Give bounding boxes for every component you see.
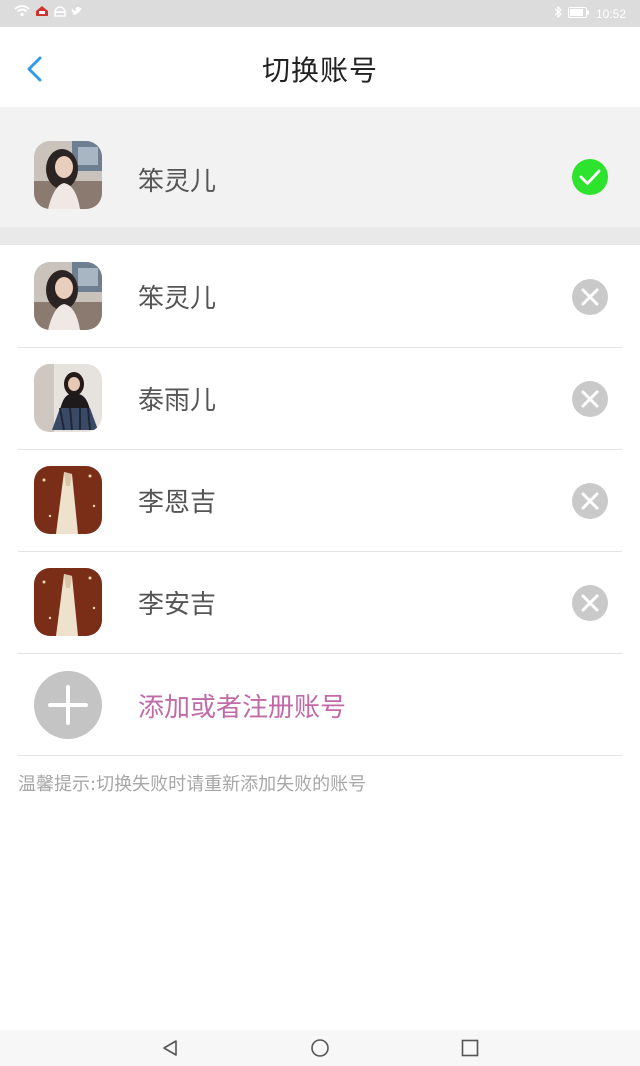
account-row[interactable]: 李安吉 — [18, 552, 622, 654]
bluetooth-icon — [554, 5, 562, 21]
clock: 10:52 — [595, 6, 626, 21]
status-right-icons: 10:52 — [554, 5, 626, 21]
current-account-section: 笨灵儿 — [0, 107, 640, 245]
account-name: 笨灵儿 — [138, 167, 217, 197]
back-nav-icon[interactable] — [160, 1038, 180, 1058]
account-name: 笨灵儿 — [138, 284, 217, 314]
remove-icon[interactable] — [572, 585, 608, 621]
twitter-icon — [71, 6, 83, 20]
remove-icon[interactable] — [572, 279, 608, 315]
avatar — [34, 262, 102, 330]
account-name: 李恩吉 — [138, 488, 217, 518]
system-nav-bar — [0, 1030, 640, 1066]
plus-icon — [34, 671, 102, 739]
avatar — [34, 141, 102, 209]
hint-text: 温馨提示:切换失败时请重新添加失败的账号 — [18, 774, 367, 795]
section-divider — [0, 227, 640, 245]
recents-nav-icon[interactable] — [460, 1038, 480, 1058]
remove-icon[interactable] — [572, 381, 608, 417]
android-icon — [54, 5, 66, 20]
battery-icon — [567, 6, 590, 21]
account-row[interactable]: 李恩吉 — [18, 450, 622, 552]
avatar — [34, 568, 102, 636]
account-row[interactable]: 泰雨儿 — [18, 348, 622, 450]
remove-icon[interactable] — [572, 483, 608, 519]
check-circle-icon — [572, 159, 608, 195]
account-name: 泰雨儿 — [138, 386, 217, 416]
add-account-row[interactable]: 添加或者注册账号 — [18, 654, 622, 756]
notification-icon — [35, 5, 49, 20]
account-name: 李安吉 — [138, 590, 217, 620]
home-nav-icon[interactable] — [310, 1038, 330, 1058]
account-row[interactable]: 笨灵儿 — [18, 246, 622, 348]
current-account-row[interactable]: 笨灵儿 — [18, 107, 622, 209]
page-title: 切换账号 — [261, 54, 378, 87]
wifi-icon — [14, 5, 30, 20]
avatar — [34, 364, 102, 432]
add-account-label: 添加或者注册账号 — [138, 693, 347, 723]
top-bar: 切换账号 — [2, 27, 638, 107]
avatar — [34, 466, 102, 534]
status-bar: 10:52 — [0, 0, 640, 27]
status-left-icons — [14, 5, 83, 20]
